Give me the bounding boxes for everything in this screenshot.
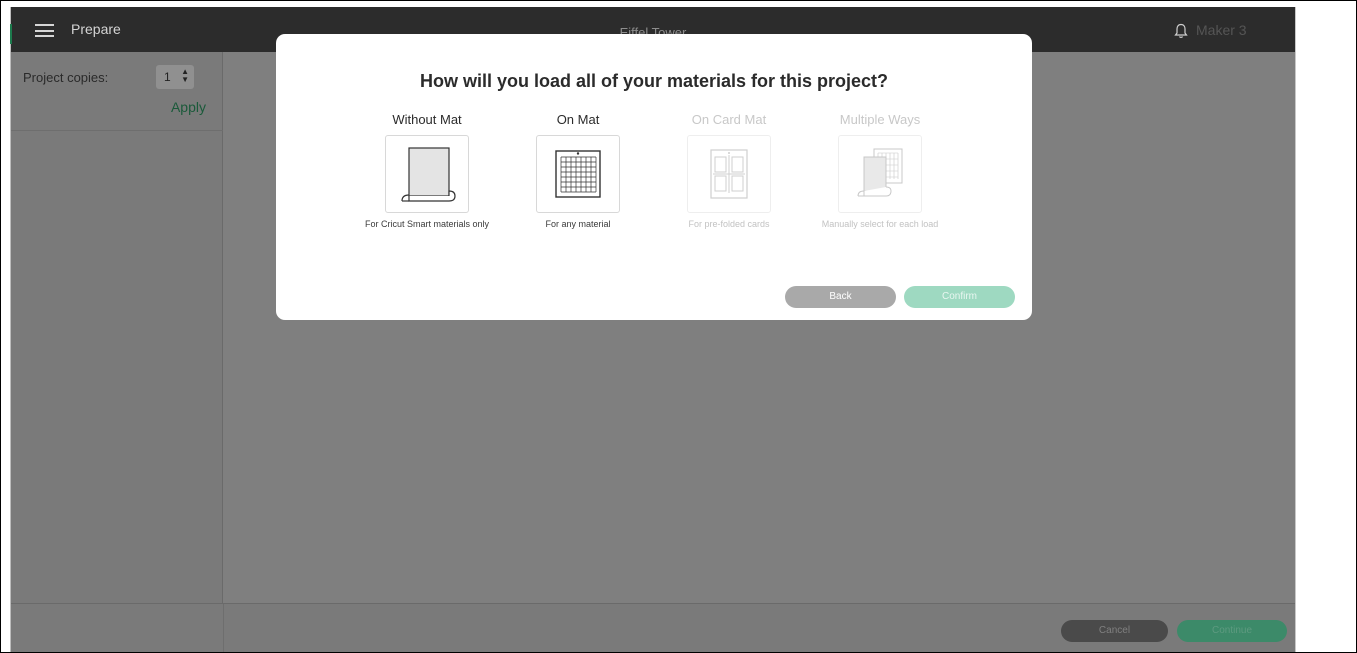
option-on-mat[interactable]: On Mat For any material — [508, 110, 648, 230]
app-window: Prepare Eiffel Tower Maker 3 Project cop… — [10, 7, 1295, 653]
cutting-mat-icon — [555, 150, 601, 198]
option-description: Manually select for each load — [821, 219, 939, 229]
option-tile[interactable] — [385, 135, 469, 213]
stepper-arrows-icon[interactable]: ▲ ▼ — [181, 68, 189, 84]
card-mat-icon — [710, 149, 748, 199]
multiple-ways-icon — [857, 148, 903, 197]
option-on-card-mat: On Card Mat For pre-folded cards — [659, 110, 799, 230]
apply-button[interactable]: Apply — [171, 99, 206, 115]
option-label: On Mat — [556, 112, 600, 127]
left-panel: Project copies: 1 ▲ ▼ Apply — [11, 52, 223, 603]
option-without-mat[interactable]: Without Mat For Cricut Smart materials o… — [357, 110, 497, 230]
continue-button[interactable]: Continue — [1177, 620, 1287, 642]
project-copies-stepper[interactable]: 1 ▲ ▼ — [156, 65, 194, 89]
dialog-title: How will you load all of your materials … — [419, 71, 889, 91]
cancel-button[interactable]: Cancel — [1061, 620, 1168, 642]
bell-icon[interactable] — [1174, 23, 1188, 39]
option-label: Multiple Ways — [839, 112, 921, 127]
option-tile — [838, 135, 922, 213]
option-label: Without Mat — [392, 112, 462, 127]
load-materials-dialog: How will you load all of your materials … — [276, 34, 1032, 320]
project-copies-value: 1 — [164, 70, 171, 84]
confirm-button[interactable]: Confirm — [904, 286, 1015, 308]
option-label: On Card Mat — [691, 112, 767, 127]
back-button[interactable]: Back — [785, 286, 896, 308]
option-description: For any material — [545, 219, 611, 229]
option-description: For pre-folded cards — [688, 219, 770, 229]
active-indicator — [10, 24, 12, 44]
option-tile[interactable] — [536, 135, 620, 213]
project-copies-label: Project copies: — [23, 70, 109, 85]
page-title: Prepare — [71, 21, 121, 37]
option-description: For Cricut Smart materials only — [364, 219, 490, 229]
hamburger-menu-icon[interactable] — [35, 24, 54, 37]
bottom-divider — [223, 604, 224, 653]
bottom-bar: Cancel Continue — [11, 603, 1295, 653]
option-multiple-ways: Multiple Ways Manually select for each l… — [810, 110, 950, 230]
roll-material-icon — [401, 147, 456, 202]
option-tile — [687, 135, 771, 213]
panel-divider — [11, 130, 223, 131]
machine-name[interactable]: Maker 3 — [1196, 22, 1247, 38]
window-edge — [1295, 7, 1296, 653]
